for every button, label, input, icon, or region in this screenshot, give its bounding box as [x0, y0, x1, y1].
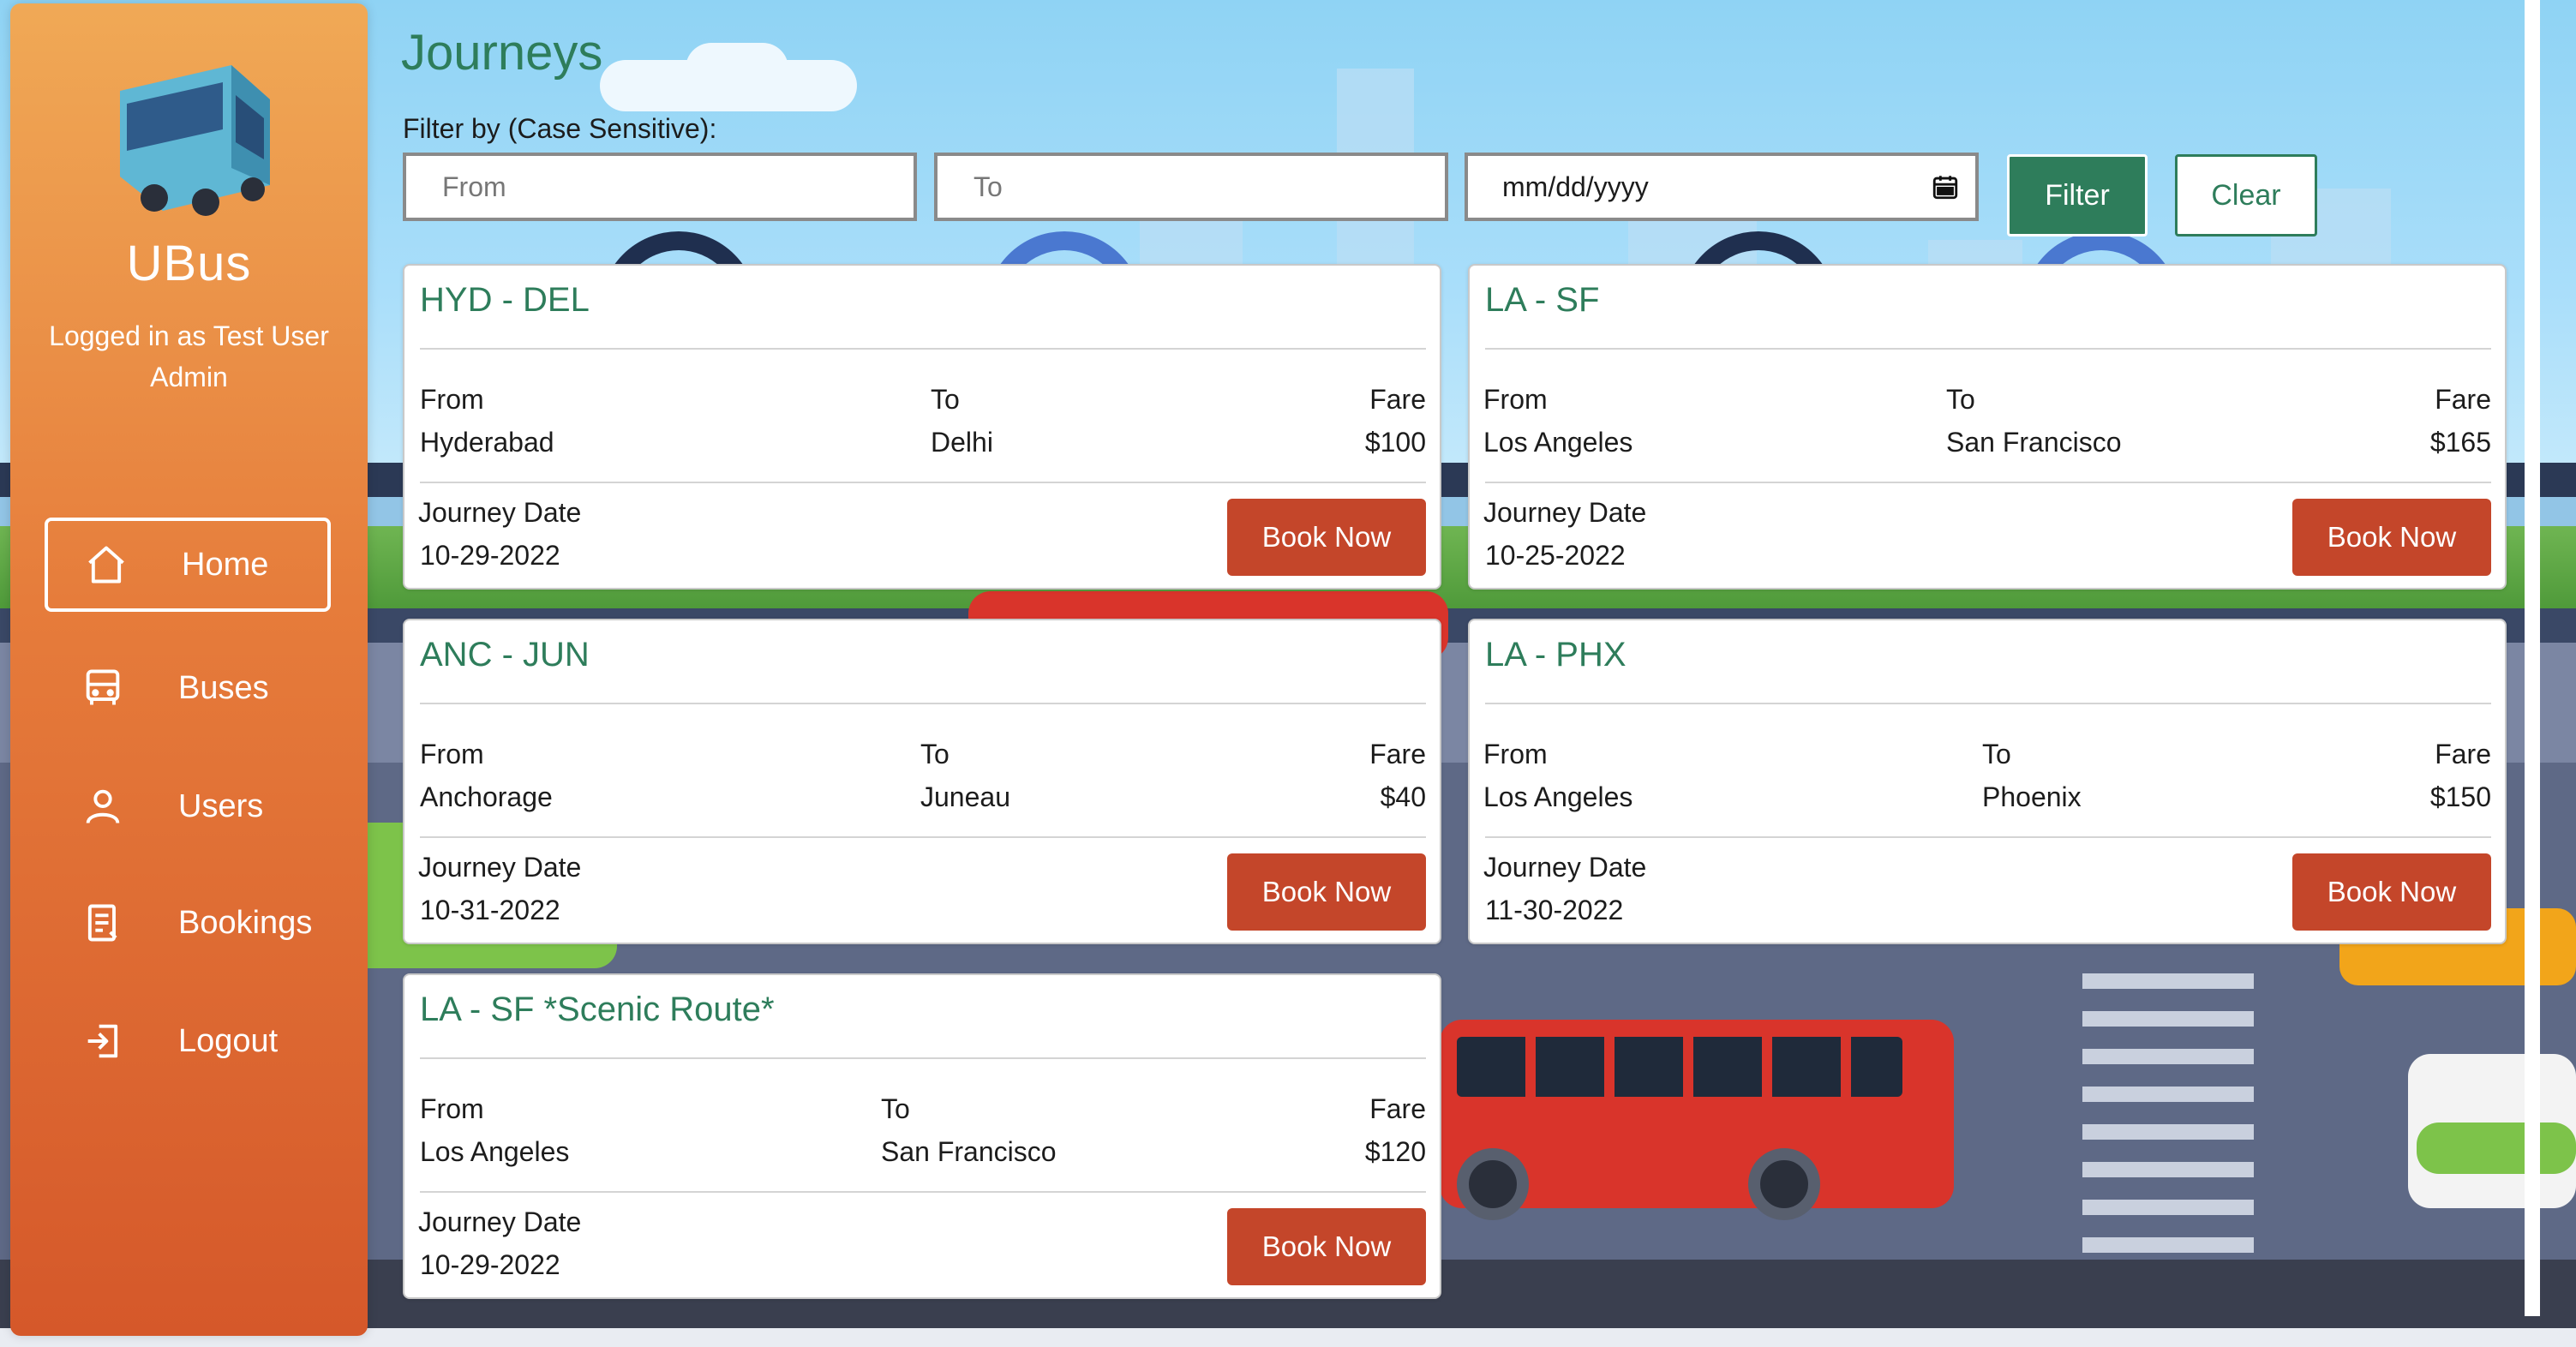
from-value: Los Angeles: [1483, 781, 1633, 812]
logged-in-text: Logged in as Test User Admin: [49, 320, 329, 392]
to-value: Phoenix: [1982, 781, 2082, 812]
book-now-button[interactable]: Book Now: [1227, 853, 1426, 931]
journey-date-value: 10-29-2022: [420, 1249, 560, 1280]
app-name: UBus: [126, 236, 252, 291]
to-placeholder: To: [973, 171, 1003, 202]
journey-date-label: Journey Date: [1483, 852, 1647, 883]
divider: [420, 482, 1426, 483]
to-label: To: [1946, 384, 1975, 415]
to-label: To: [881, 1093, 910, 1124]
journey-date-label: Journey Date: [418, 852, 582, 883]
document-icon: [79, 899, 127, 947]
divider: [1485, 703, 2491, 704]
to-value: Juneau: [920, 781, 1010, 812]
fare-value: $120: [1364, 1136, 1426, 1167]
filter-button[interactable]: Filter: [2007, 154, 2148, 236]
sidebar-item-users[interactable]: Users: [45, 759, 331, 853]
journey-route: LA - PHX: [1485, 636, 1626, 674]
sidebar-item-label: Logout: [178, 1022, 279, 1059]
journey-card: HYD - DEL From Hyderabad To Delhi Fare $…: [403, 264, 1441, 590]
fare-label: Fare: [1369, 384, 1426, 415]
book-now-button[interactable]: Book Now: [1227, 1208, 1426, 1285]
fare-label: Fare: [1369, 739, 1426, 769]
book-now-button[interactable]: Book Now: [2292, 499, 2491, 576]
sidebar-item-label: Home: [182, 546, 269, 583]
bus-logo-icon: [120, 65, 270, 216]
divider: [420, 348, 1426, 350]
sidebar-item-label: Bookings: [178, 904, 313, 941]
to-value: Delhi: [931, 427, 993, 458]
journey-route: LA - SF *Scenic Route*: [420, 991, 775, 1028]
divider: [1485, 348, 2491, 350]
divider: [420, 1057, 1426, 1059]
fare-value: $150: [2429, 781, 2491, 812]
from-value: Hyderabad: [420, 427, 554, 458]
from-label: From: [1483, 384, 1548, 415]
fare-value: $165: [2429, 427, 2491, 458]
divider: [420, 703, 1426, 704]
from-label: From: [420, 739, 484, 769]
from-filter-input[interactable]: From: [403, 153, 917, 221]
fare-label: Fare: [1369, 1093, 1426, 1124]
date-placeholder: mm/dd/yyyy: [1502, 171, 1649, 202]
from-label: From: [1483, 739, 1548, 769]
to-label: To: [1982, 739, 2011, 769]
journey-date-value: 10-29-2022: [420, 540, 560, 571]
from-placeholder: From: [442, 171, 506, 202]
journey-card: LA - SF From Los Angeles To San Francisc…: [1468, 264, 2507, 590]
date-filter-input[interactable]: mm/dd/yyyy: [1465, 153, 1979, 221]
journey-date-label: Journey Date: [418, 497, 582, 528]
sidebar: UBus Logged in as Test User Admin Home B…: [10, 3, 368, 1336]
to-value: San Francisco: [881, 1136, 1057, 1167]
from-value: Los Angeles: [420, 1136, 570, 1167]
divider: [1485, 482, 2491, 483]
journey-date-value: 10-31-2022: [420, 895, 560, 925]
from-label: From: [420, 1093, 484, 1124]
to-label: To: [931, 384, 960, 415]
user-icon: [79, 782, 127, 830]
fare-value: $40: [1380, 781, 1426, 812]
from-value: Anchorage: [420, 781, 553, 812]
fare-label: Fare: [2435, 739, 2491, 769]
filter-label: Filter by (Case Sensitive):: [403, 113, 717, 144]
journey-date-value: 11-30-2022: [1485, 895, 1624, 925]
book-now-button[interactable]: Book Now: [2292, 853, 2491, 931]
book-now-button[interactable]: Book Now: [1227, 499, 1426, 576]
sidebar-item-bookings[interactable]: Bookings: [45, 876, 331, 970]
divider: [1485, 836, 2491, 838]
divider: [420, 1191, 1426, 1193]
fare-label: Fare: [2435, 384, 2491, 415]
to-label: To: [920, 739, 950, 769]
sidebar-item-label: Buses: [178, 669, 269, 706]
sidebar-item-logout[interactable]: Logout: [45, 994, 331, 1088]
home-icon: [82, 541, 130, 589]
from-label: From: [420, 384, 484, 415]
fare-value: $100: [1364, 427, 1426, 458]
logout-icon: [79, 1017, 127, 1065]
journey-card: LA - PHX From Los Angeles To Phoenix Far…: [1468, 619, 2507, 944]
journey-card: LA - SF *Scenic Route* From Los Angeles …: [403, 973, 1441, 1299]
sidebar-item-home[interactable]: Home: [45, 518, 331, 612]
calendar-icon[interactable]: [1931, 172, 1960, 201]
journey-card: ANC - JUN From Anchorage To Juneau Fare …: [403, 619, 1441, 944]
journey-route: LA - SF: [1485, 281, 1600, 319]
journey-date-value: 10-25-2022: [1485, 540, 1626, 571]
journey-date-label: Journey Date: [1483, 497, 1647, 528]
to-value: San Francisco: [1946, 427, 2122, 458]
sidebar-item-label: Users: [178, 787, 264, 824]
journey-date-label: Journey Date: [418, 1206, 582, 1237]
journey-route: HYD - DEL: [420, 281, 590, 319]
from-value: Los Angeles: [1483, 427, 1633, 458]
sidebar-item-buses[interactable]: Buses: [45, 641, 331, 735]
divider: [420, 836, 1426, 838]
page-title: Journeys: [401, 25, 603, 81]
to-filter-input[interactable]: To: [934, 153, 1448, 221]
journey-route: ANC - JUN: [420, 636, 590, 674]
clear-button[interactable]: Clear: [2175, 154, 2317, 236]
bus-icon: [79, 664, 127, 712]
